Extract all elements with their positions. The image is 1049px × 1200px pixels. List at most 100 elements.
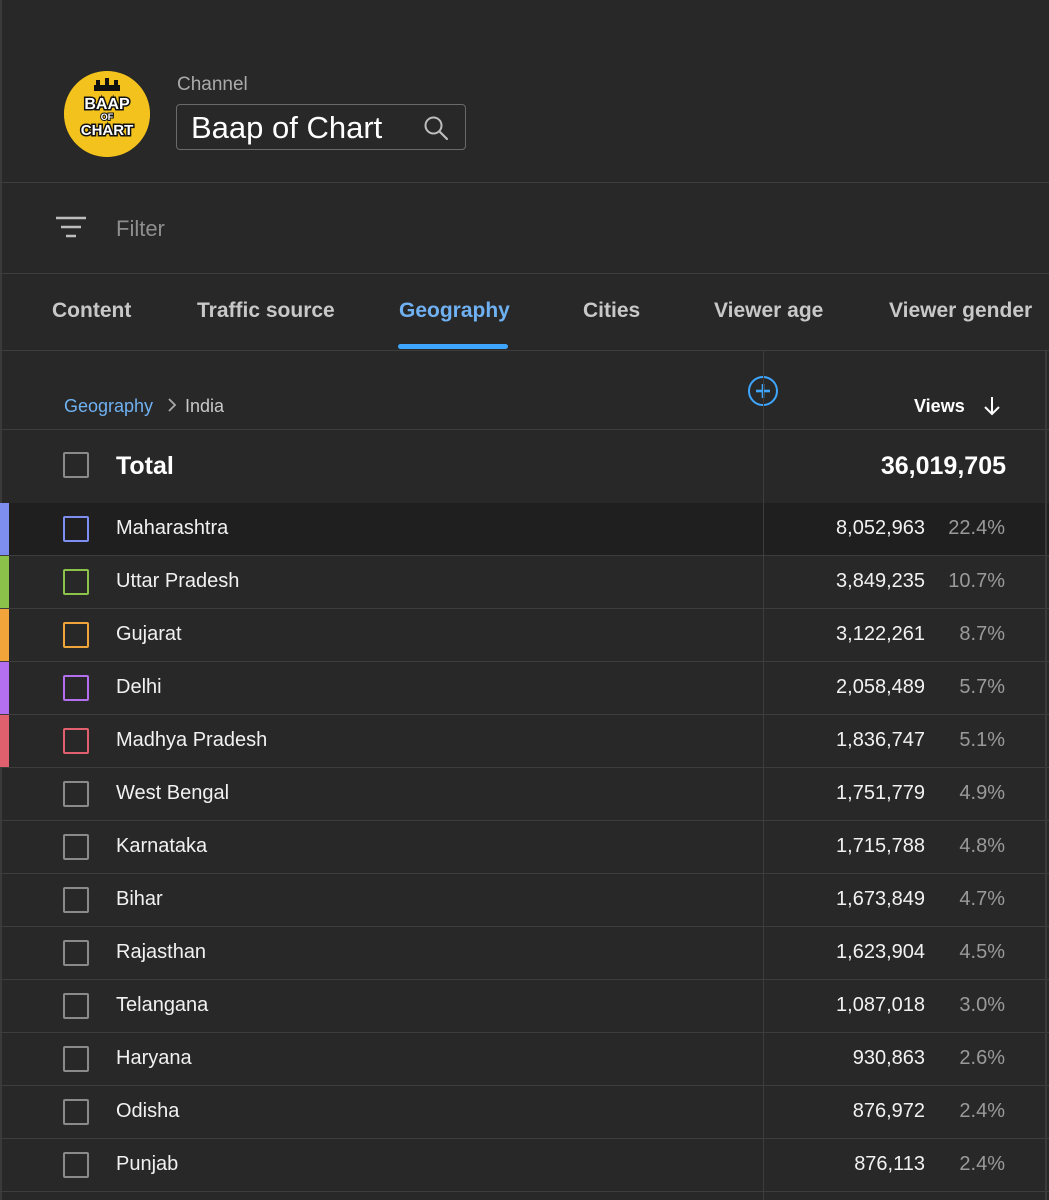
row-label: Rajasthan: [116, 941, 207, 963]
tab-content[interactable]: Content: [52, 299, 131, 323]
series-color-bar: [0, 609, 9, 661]
row-percent: 4.5%: [959, 941, 1005, 963]
table-row[interactable]: Haryana 930,863 2.6%: [0, 1033, 1049, 1086]
row-percent: 4.9%: [959, 782, 1005, 804]
row-percent: 2.4%: [959, 1100, 1005, 1122]
tab-traffic-source[interactable]: Traffic source: [197, 299, 335, 323]
row-checkbox[interactable]: [63, 993, 89, 1019]
row-views: 1,673,849: [836, 888, 925, 910]
table-row[interactable]: West Bengal 1,751,779 4.9%: [0, 768, 1049, 821]
row-views: 2,058,489: [836, 676, 925, 698]
channel-name: Baap of Chart: [191, 110, 383, 145]
search-icon[interactable]: [423, 115, 449, 141]
row-label: Uttar Pradesh: [116, 570, 240, 592]
row-views: 1,715,788: [836, 835, 925, 857]
table-row[interactable]: Maharashtra 8,052,963 22.4%: [0, 503, 1049, 556]
row-percent: 5.7%: [959, 676, 1005, 698]
views-column-header[interactable]: Views: [914, 396, 965, 417]
row-label: Haryana: [116, 1047, 192, 1069]
row-percent: 2.6%: [959, 1047, 1005, 1069]
table-row[interactable]: Karnataka 1,715,788 4.8%: [0, 821, 1049, 874]
channel-selector[interactable]: Baap of Chart: [176, 104, 466, 150]
row-percent: 4.8%: [959, 835, 1005, 857]
row-percent: 5.1%: [959, 729, 1005, 751]
total-label: Total: [116, 452, 174, 480]
logo-text-2: OF: [101, 112, 114, 122]
row-checkbox[interactable]: [63, 516, 89, 542]
row-percent: 2.4%: [959, 1153, 1005, 1175]
table-row[interactable]: Gujarat 3,122,261 8.7%: [0, 609, 1049, 662]
row-checkbox[interactable]: [63, 728, 89, 754]
table-row[interactable]: Telangana 1,087,018 3.0%: [0, 980, 1049, 1033]
row-label: Delhi: [116, 676, 162, 698]
row-checkbox[interactable]: [63, 1152, 89, 1178]
dimension-tabs: Content Traffic source Geography Cities …: [0, 274, 1049, 351]
row-views: 1,751,779: [836, 782, 925, 804]
series-color-bar: [0, 556, 9, 608]
row-views: 3,849,235: [836, 570, 925, 592]
table-row[interactable]: Uttar Pradesh 3,849,235 10.7%: [0, 556, 1049, 609]
table-row[interactable]: Odisha 876,972 2.4%: [0, 1086, 1049, 1139]
row-label: Bihar: [116, 888, 163, 910]
table-row[interactable]: Rajasthan 1,623,904 4.5%: [0, 927, 1049, 980]
row-label: Punjab: [116, 1153, 179, 1175]
row-checkbox[interactable]: [63, 1046, 89, 1072]
row-views: 8,052,963: [836, 517, 925, 539]
filter-icon[interactable]: [55, 214, 87, 240]
row-views: 876,113: [854, 1153, 925, 1175]
chevron-right-icon: [168, 398, 177, 412]
scrollbar-track[interactable]: [1045, 351, 1047, 1200]
table-row[interactable]: Delhi 2,058,489 5.7%: [0, 662, 1049, 715]
row-views: 3,122,261: [836, 623, 925, 645]
logo-text-1: BAAP: [84, 96, 130, 113]
total-views: 36,019,705: [880, 452, 1006, 480]
row-label: Karnataka: [116, 835, 208, 857]
row-checkbox[interactable]: [63, 940, 89, 966]
breadcrumb-geography-link[interactable]: Geography: [64, 396, 153, 417]
table-row[interactable]: Bihar 1,673,849 4.7%: [0, 874, 1049, 927]
series-color-bar: [0, 503, 9, 555]
row-views: 930,863: [852, 1047, 925, 1069]
row-label: Madhya Pradesh: [116, 729, 268, 751]
row-percent: 22.4%: [948, 517, 1005, 539]
table-row[interactable]: Madhya Pradesh 1,836,747 5.1%: [0, 715, 1049, 768]
channel-logo-graphic: BAAP OF CHART: [64, 71, 150, 157]
row-percent: 4.7%: [959, 888, 1005, 910]
column-divider: [763, 351, 764, 1200]
total-checkbox[interactable]: [63, 452, 89, 478]
row-percent: 8.7%: [959, 623, 1005, 645]
row-views: 1,836,747: [836, 729, 925, 751]
channel-label: Channel: [177, 74, 248, 95]
tab-viewer-age[interactable]: Viewer age: [714, 299, 823, 323]
row-checkbox[interactable]: [63, 1099, 89, 1125]
tab-geography[interactable]: Geography: [399, 299, 510, 323]
table-header: Geography India Views: [0, 351, 1049, 430]
row-checkbox[interactable]: [63, 675, 89, 701]
row-views: 1,623,904: [836, 941, 925, 963]
series-color-bar: [0, 715, 9, 767]
tab-viewer-gender[interactable]: Viewer gender: [889, 299, 1032, 323]
breadcrumb-current: India: [185, 396, 225, 416]
row-label: Maharashtra: [116, 517, 229, 539]
sort-descending-icon[interactable]: [982, 395, 1002, 417]
row-label: Odisha: [116, 1100, 180, 1122]
row-checkbox[interactable]: [63, 622, 89, 648]
row-checkbox[interactable]: [63, 834, 89, 860]
table-row[interactable]: Punjab 876,113 2.4%: [0, 1139, 1049, 1192]
series-color-bar: [0, 662, 9, 714]
channel-header: BAAP OF CHART Channel Baap of Chart: [0, 0, 1049, 183]
row-views: 1,087,018: [836, 994, 925, 1016]
filter-placeholder: Filter: [116, 216, 165, 241]
row-checkbox[interactable]: [63, 781, 89, 807]
row-label: West Bengal: [116, 782, 230, 804]
channel-logo: BAAP OF CHART: [64, 71, 150, 157]
tab-cities[interactable]: Cities: [583, 299, 640, 323]
logo-text-3: CHART: [81, 122, 134, 139]
filter-bar[interactable]: Filter: [0, 183, 1049, 274]
row-checkbox[interactable]: [63, 569, 89, 595]
total-row: Total 36,019,705: [0, 430, 1049, 504]
row-checkbox[interactable]: [63, 887, 89, 913]
row-label: Gujarat: [116, 623, 182, 645]
active-tab-indicator: [398, 344, 508, 349]
row-label: Telangana: [116, 994, 209, 1016]
